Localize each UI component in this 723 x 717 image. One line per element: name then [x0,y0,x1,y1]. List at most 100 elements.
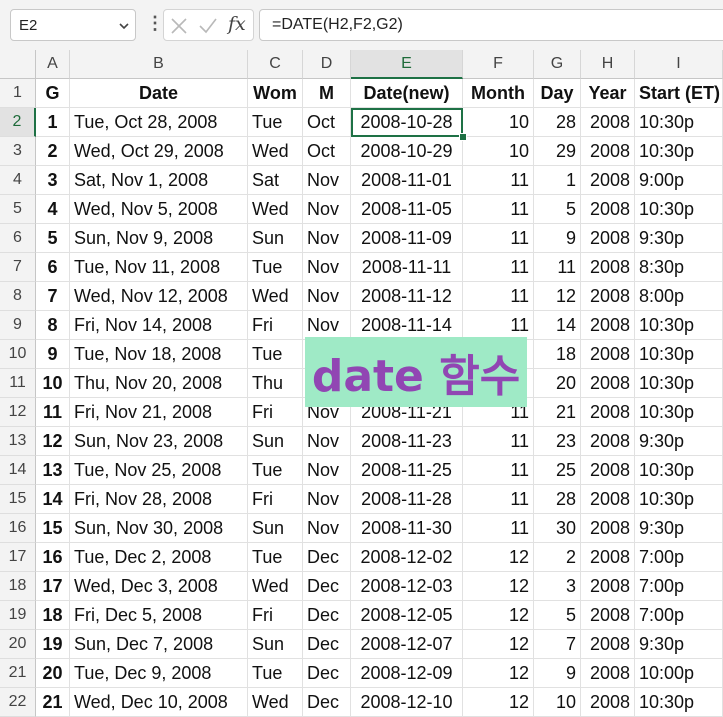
column-header-d[interactable]: D [303,50,351,79]
table-cell[interactable]: 13 [36,456,70,485]
table-cell[interactable]: 2008-11-25 [351,456,463,485]
table-cell[interactable]: Wed [248,282,303,311]
header-cell[interactable]: Start (ET) [635,79,723,108]
table-cell[interactable]: 2008-11-01 [351,166,463,195]
header-cell[interactable]: Date [70,79,248,108]
table-cell[interactable]: 2008 [581,369,635,398]
table-cell[interactable]: 12 [463,572,534,601]
table-cell[interactable]: Sun, Nov 23, 2008 [70,427,248,456]
table-cell[interactable]: 5 [534,601,581,630]
table-cell[interactable]: 2008 [581,108,635,137]
column-header-i[interactable]: I [635,50,723,79]
table-cell[interactable]: 10 [463,108,534,137]
table-cell[interactable]: 11 [463,485,534,514]
table-cell[interactable]: Wed, Oct 29, 2008 [70,137,248,166]
table-cell[interactable]: Tue, Nov 25, 2008 [70,456,248,485]
table-cell[interactable]: Dec [303,659,351,688]
table-cell[interactable]: 2008 [581,195,635,224]
table-cell[interactable]: Dec [303,543,351,572]
table-cell[interactable]: Fri, Nov 14, 2008 [70,311,248,340]
table-cell[interactable]: 10:00p [635,659,723,688]
formula-input[interactable]: =DATE(H2,F2,G2) [259,9,723,41]
table-cell[interactable]: Tue, Dec 2, 2008 [70,543,248,572]
table-cell[interactable]: 11 [36,398,70,427]
table-cell[interactable]: 2008 [581,572,635,601]
table-cell[interactable]: Nov [303,485,351,514]
table-cell[interactable]: 2008-11-05 [351,195,463,224]
table-cell[interactable]: Tue, Nov 11, 2008 [70,253,248,282]
insert-function-icon[interactable]: fx [228,13,246,35]
table-cell[interactable]: 2008 [581,340,635,369]
row-header[interactable]: 12 [0,398,36,427]
table-cell[interactable]: 4 [36,195,70,224]
table-cell[interactable]: 11 [463,456,534,485]
table-cell[interactable]: 11 [463,166,534,195]
table-cell[interactable]: 9 [534,659,581,688]
table-cell[interactable]: Wed [248,137,303,166]
table-cell[interactable]: Nov [303,514,351,543]
table-cell[interactable]: 2008 [581,688,635,717]
table-cell[interactable]: 2008 [581,601,635,630]
table-cell[interactable]: 10 [36,369,70,398]
cancel-x-icon[interactable] [170,17,188,35]
table-cell[interactable]: Sun, Nov 30, 2008 [70,514,248,543]
table-cell[interactable]: Sun [248,224,303,253]
table-cell[interactable]: Fri, Nov 21, 2008 [70,398,248,427]
row-header[interactable]: 15 [0,485,36,514]
column-header-c[interactable]: C [248,50,303,79]
header-cell[interactable]: Day [534,79,581,108]
table-cell[interactable]: Oct [303,108,351,137]
row-header[interactable]: 13 [0,427,36,456]
row-header[interactable]: 7 [0,253,36,282]
row-header[interactable]: 10 [0,340,36,369]
row-header[interactable]: 16 [0,514,36,543]
table-cell[interactable]: 11 [534,253,581,282]
header-cell[interactable]: G [36,79,70,108]
table-cell[interactable]: 10 [534,688,581,717]
row-header[interactable]: 18 [0,572,36,601]
column-header-f[interactable]: F [463,50,534,79]
table-cell[interactable]: Nov [303,456,351,485]
table-cell[interactable]: 18 [534,340,581,369]
vertical-dots-icon[interactable]: ⋮ [146,14,164,32]
table-cell[interactable]: 2008 [581,282,635,311]
header-cell[interactable]: Year [581,79,635,108]
table-cell[interactable]: 2008-11-11 [351,253,463,282]
table-cell[interactable]: 1 [534,166,581,195]
table-cell[interactable]: Fri, Dec 5, 2008 [70,601,248,630]
table-cell[interactable]: Nov [303,166,351,195]
table-cell[interactable]: Tue [248,253,303,282]
chevron-down-icon[interactable] [119,21,129,31]
column-header-g[interactable]: G [534,50,581,79]
table-cell[interactable]: 7:00p [635,543,723,572]
row-header[interactable]: 1 [0,79,36,108]
row-header[interactable]: 9 [0,311,36,340]
table-cell[interactable]: 16 [36,543,70,572]
table-cell[interactable]: 7:00p [635,601,723,630]
table-cell[interactable]: Nov [303,311,351,340]
column-header-e[interactable]: E [351,50,463,79]
table-cell[interactable]: 10 [463,137,534,166]
table-cell[interactable]: 2008 [581,224,635,253]
table-cell[interactable]: Sun [248,514,303,543]
table-cell[interactable]: Wed, Nov 12, 2008 [70,282,248,311]
table-cell[interactable]: Tue [248,456,303,485]
table-cell[interactable]: 10:30p [635,369,723,398]
table-cell[interactable]: Sat [248,166,303,195]
column-header-h[interactable]: H [581,50,635,79]
row-header[interactable]: 2 [0,108,36,137]
table-cell[interactable]: 9:00p [635,166,723,195]
table-cell[interactable]: 14 [36,485,70,514]
table-cell[interactable]: 6 [36,253,70,282]
table-cell[interactable]: 23 [534,427,581,456]
table-cell[interactable]: 20 [36,659,70,688]
table-cell[interactable]: Nov [303,224,351,253]
table-cell[interactable]: 28 [534,108,581,137]
row-header[interactable]: 6 [0,224,36,253]
table-cell[interactable]: Wed, Dec 3, 2008 [70,572,248,601]
table-cell[interactable]: 12 [463,688,534,717]
table-cell[interactable]: Tue, Oct 28, 2008 [70,108,248,137]
row-header[interactable]: 17 [0,543,36,572]
table-cell[interactable]: Tue [248,543,303,572]
table-cell[interactable]: Tue [248,340,303,369]
